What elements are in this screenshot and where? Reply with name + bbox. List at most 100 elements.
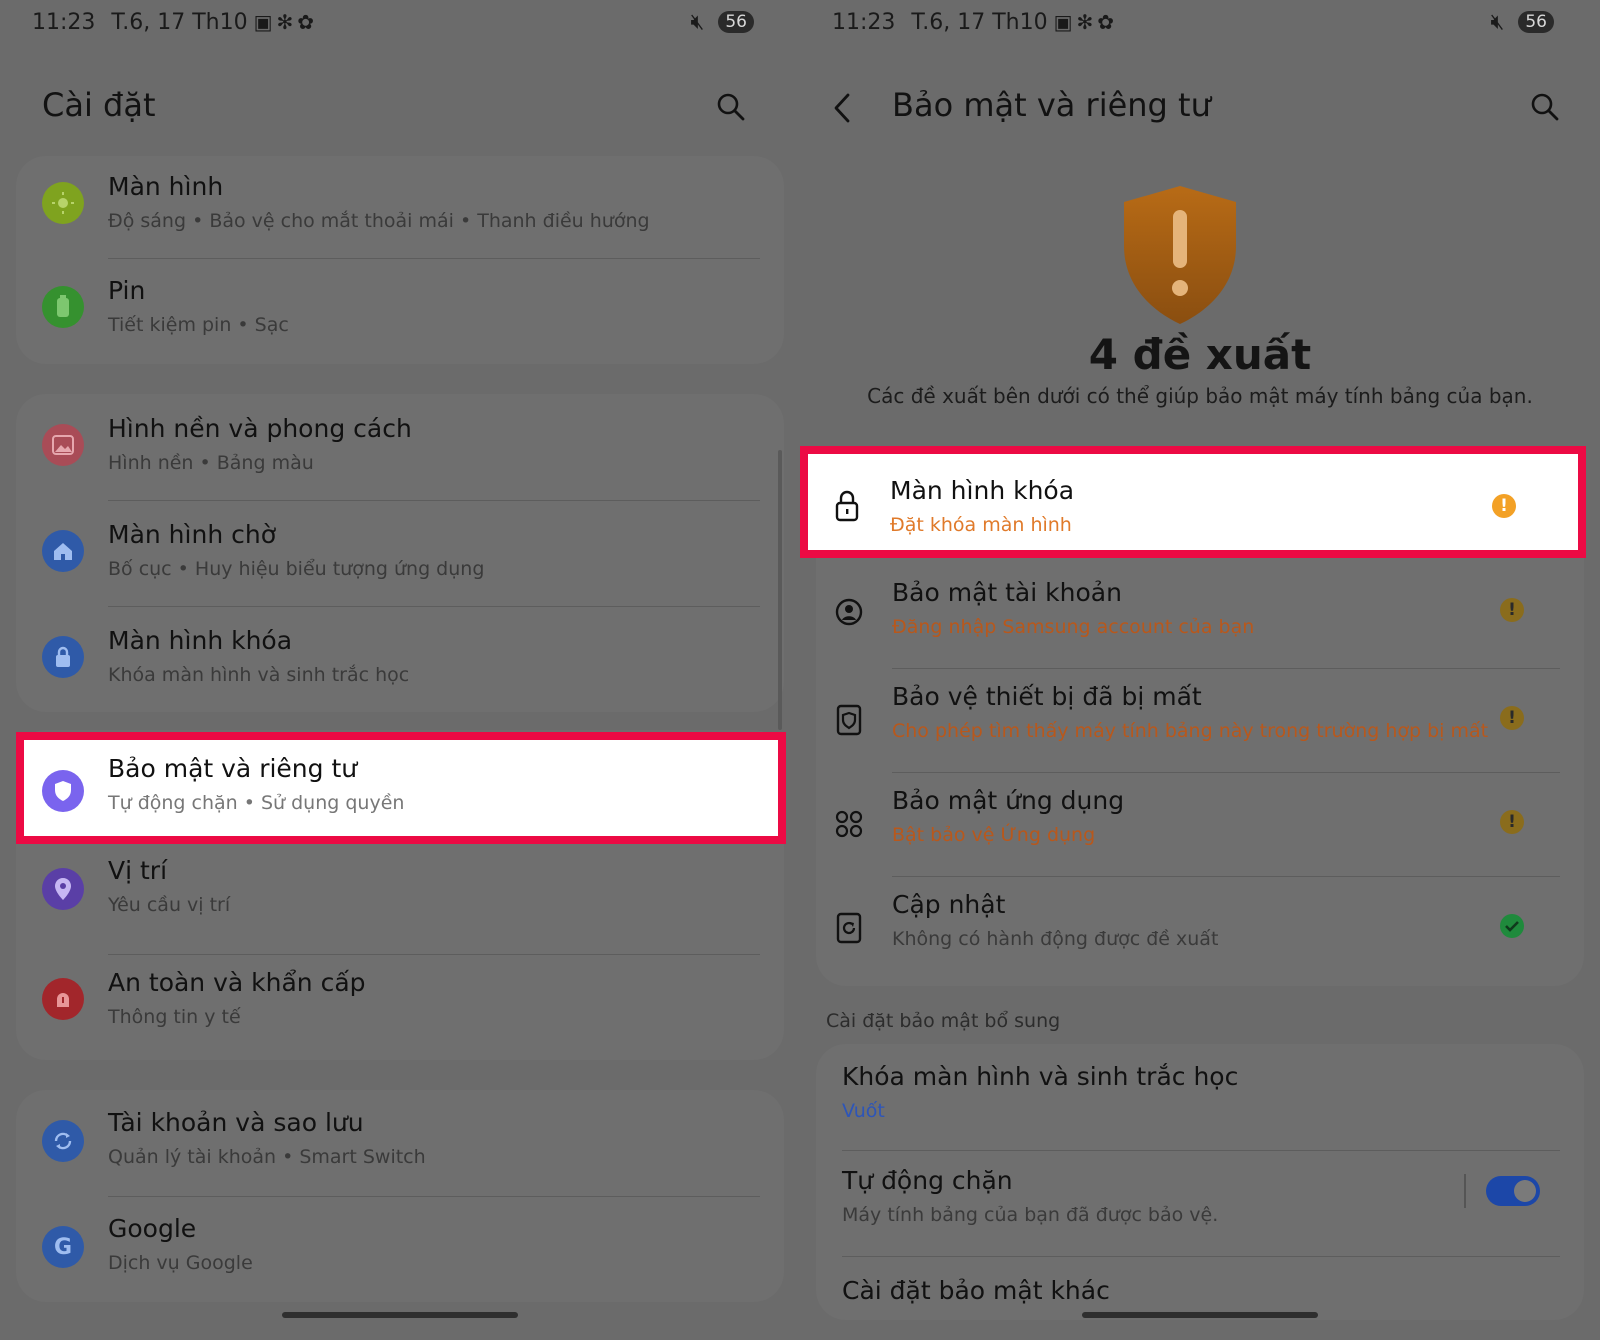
setting-subtitle: Vuốt [842,1100,885,1122]
setting-title: Cài đặt bảo mật khác [842,1276,1110,1305]
notification-icons: ▣✻✿ [253,10,318,34]
recommendation-subtitle: Đăng nhập Samsung account của bạn [892,616,1255,638]
settings-item-subtitle: Tiết kiệm pin • Sạc [108,314,289,336]
status-time: 11:23 [32,9,96,35]
section-label: Cài đặt bảo mật bổ sung [826,1010,1061,1032]
recommendation-title: Bảo vệ thiết bị đã bị mất [892,682,1202,711]
back-arrow-icon[interactable] [830,90,856,126]
find-device-icon [836,704,862,736]
setting-other-security[interactable]: Cài đặt bảo mật khác [816,1256,1584,1340]
settings-item-title: Tài khoản và sao lưu [108,1108,364,1137]
home-icon [42,530,84,572]
settings-item-subtitle: Yêu cầu vị trí [108,894,231,916]
recommendation-subtitle: Đặt khóa màn hình [890,514,1072,536]
settings-item-subtitle: Độ sáng • Bảo vệ cho mắt thoải mái • Tha… [108,210,650,232]
settings-item-location[interactable]: Vị trí Yêu cầu vị trí [16,838,784,942]
warning-icon: ! [1500,598,1524,622]
recommendation-title: Bảo mật tài khoản [892,578,1122,607]
battery-icon [42,286,84,328]
check-icon [1500,914,1524,938]
sun-icon [42,182,84,224]
setting-auto-blocker[interactable]: Tự động chặn Máy tính bảng của bạn đã đư… [816,1150,1584,1254]
suggestion-description: Các đề xuất bên dưới có thể giúp bảo mật… [867,384,1533,408]
recommendation-title: Cập nhật [892,890,1006,919]
warning-icon: ! [1492,494,1516,518]
recommendation-subtitle: Bật bảo vệ Ứng dụng [892,824,1096,846]
settings-item-subtitle: Quản lý tài khoản • Smart Switch [108,1146,426,1168]
settings-item-accounts[interactable]: Tài khoản và sao lưu Quản lý tài khoản •… [16,1090,784,1194]
home-indicator[interactable] [1082,1312,1318,1318]
recommendation-update[interactable]: Cập nhật Không có hành động được đề xuất [816,876,1584,980]
settings-item-battery[interactable]: Pin Tiết kiệm pin • Sạc [16,260,784,364]
settings-item-title: Vị trí [108,856,168,885]
status-date: T.6, 17 Th10 [111,9,248,35]
setting-subtitle: Máy tính bảng của bạn đã được bảo vệ. [842,1204,1219,1226]
update-icon [836,912,862,944]
settings-group-personalize: Hình nền và phong cách Hình nền • Bảng m… [16,394,784,712]
shield-warning-icon [1124,186,1236,324]
image-icon [42,424,84,466]
search-icon[interactable] [716,92,746,122]
scrollbar[interactable] [778,450,782,730]
settings-item-title: Hình nền và phong cách [108,414,412,443]
status-bar: 11:23 T.6, 17 Th10 ▣✻✿ 🔇︎ 56 [32,4,754,40]
settings-item-display[interactable]: Màn hình Độ sáng • Bảo vệ cho mắt thoải … [16,156,784,260]
lock-icon [835,490,859,522]
status-date: T.6, 17 Th10 [911,9,1048,35]
settings-group-accounts: Tài khoản và sao lưu Quản lý tài khoản •… [16,1090,784,1302]
recommendation-lost-device[interactable]: Bảo vệ thiết bị đã bị mất Cho phép tìm t… [816,668,1584,772]
settings-item-subtitle: Thông tin y tế [108,1006,241,1028]
settings-item-lock-screen[interactable]: Màn hình khóa Khóa màn hình và sinh trắc… [16,606,784,710]
settings-panel: 11:23 T.6, 17 Th10 ▣✻✿ 🔇︎ 56 Cài đặt Màn… [0,0,800,1340]
settings-item-safety[interactable]: An toàn và khẩn cấp Thông tin y tế [16,954,784,1058]
warning-icon: ! [1500,810,1524,834]
toggle-divider [1464,1174,1466,1208]
battery-level: 56 [1518,11,1554,33]
auto-blocker-toggle[interactable] [1486,1176,1540,1206]
settings-item-title: Màn hình chờ [108,520,276,549]
recommendation-title: Bảo mật ứng dụng [892,786,1125,815]
mute-icon: 🔇︎ [690,9,705,35]
recommendation-subtitle: Không có hành động được đề xuất [892,928,1219,950]
page-title: Cài đặt [42,86,156,124]
shield-icon [42,770,84,812]
page-title: Bảo mật và riêng tư [892,86,1211,124]
settings-item-subtitle: Hình nền • Bảng màu [108,452,314,474]
home-indicator[interactable] [282,1312,518,1318]
status-time: 11:23 [832,9,896,35]
toggle-knob [1514,1180,1536,1202]
divider [108,258,760,259]
settings-item-home-screen[interactable]: Màn hình chờ Bố cục • Huy hiệu biểu tượn… [16,500,784,604]
recommendation-subtitle: Cho phép tìm thấy máy tính bảng này tron… [892,720,1489,742]
account-icon [835,598,863,626]
security-privacy-panel: 11:23 T.6, 17 Th10 ▣✻✿ 🔇︎ 56 Bảo mật và … [800,0,1600,1340]
warning-icon: ! [1500,706,1524,730]
recommendation-account-security[interactable]: Bảo mật tài khoản Đăng nhập Samsung acco… [816,558,1584,662]
battery-level: 56 [718,11,754,33]
settings-item-title: Bảo mật và riêng tư [108,754,358,783]
settings-item-title: Pin [108,276,146,305]
location-icon [42,868,84,910]
setting-title: Khóa màn hình và sinh trắc học [842,1062,1239,1091]
additional-security-card: Khóa màn hình và sinh trắc học Vuốt Tự đ… [816,1044,1584,1320]
recommendation-title: Màn hình khóa [890,476,1075,505]
suggestion-count: 4 đề xuất [1088,330,1312,379]
settings-item-security-privacy[interactable]: Bảo mật và riêng tư Tự động chặn • Sử dụ… [16,732,786,844]
recommendation-lock-screen[interactable]: Màn hình khóa Đặt khóa màn hình ! [800,446,1586,558]
settings-group-display: Màn hình Độ sáng • Bảo vệ cho mắt thoải … [16,156,784,364]
status-bar: 11:23 T.6, 17 Th10 ▣✻✿ 🔇︎ 56 [832,4,1554,40]
sync-icon [42,1120,84,1162]
settings-item-subtitle: Bố cục • Huy hiệu biểu tượng ứng dụng [108,558,485,580]
settings-item-wallpaper[interactable]: Hình nền và phong cách Hình nền • Bảng m… [16,394,784,498]
settings-item-subtitle: Dịch vụ Google [108,1252,253,1274]
recommendation-app-security[interactable]: Bảo mật ứng dụng Bật bảo vệ Ứng dụng ! [816,772,1584,876]
settings-item-google[interactable]: G Google Dịch vụ Google [16,1196,784,1300]
notification-icons: ▣✻✿ [1053,10,1118,34]
google-icon: G [42,1226,84,1268]
settings-item-title: Màn hình khóa [108,626,293,655]
apps-icon [835,810,863,838]
lock-icon [42,636,84,678]
search-icon[interactable] [1530,92,1560,122]
settings-item-subtitle: Tự động chặn • Sử dụng quyền [108,792,405,814]
setting-lock-screen-biometrics[interactable]: Khóa màn hình và sinh trắc học Vuốt [816,1044,1584,1148]
